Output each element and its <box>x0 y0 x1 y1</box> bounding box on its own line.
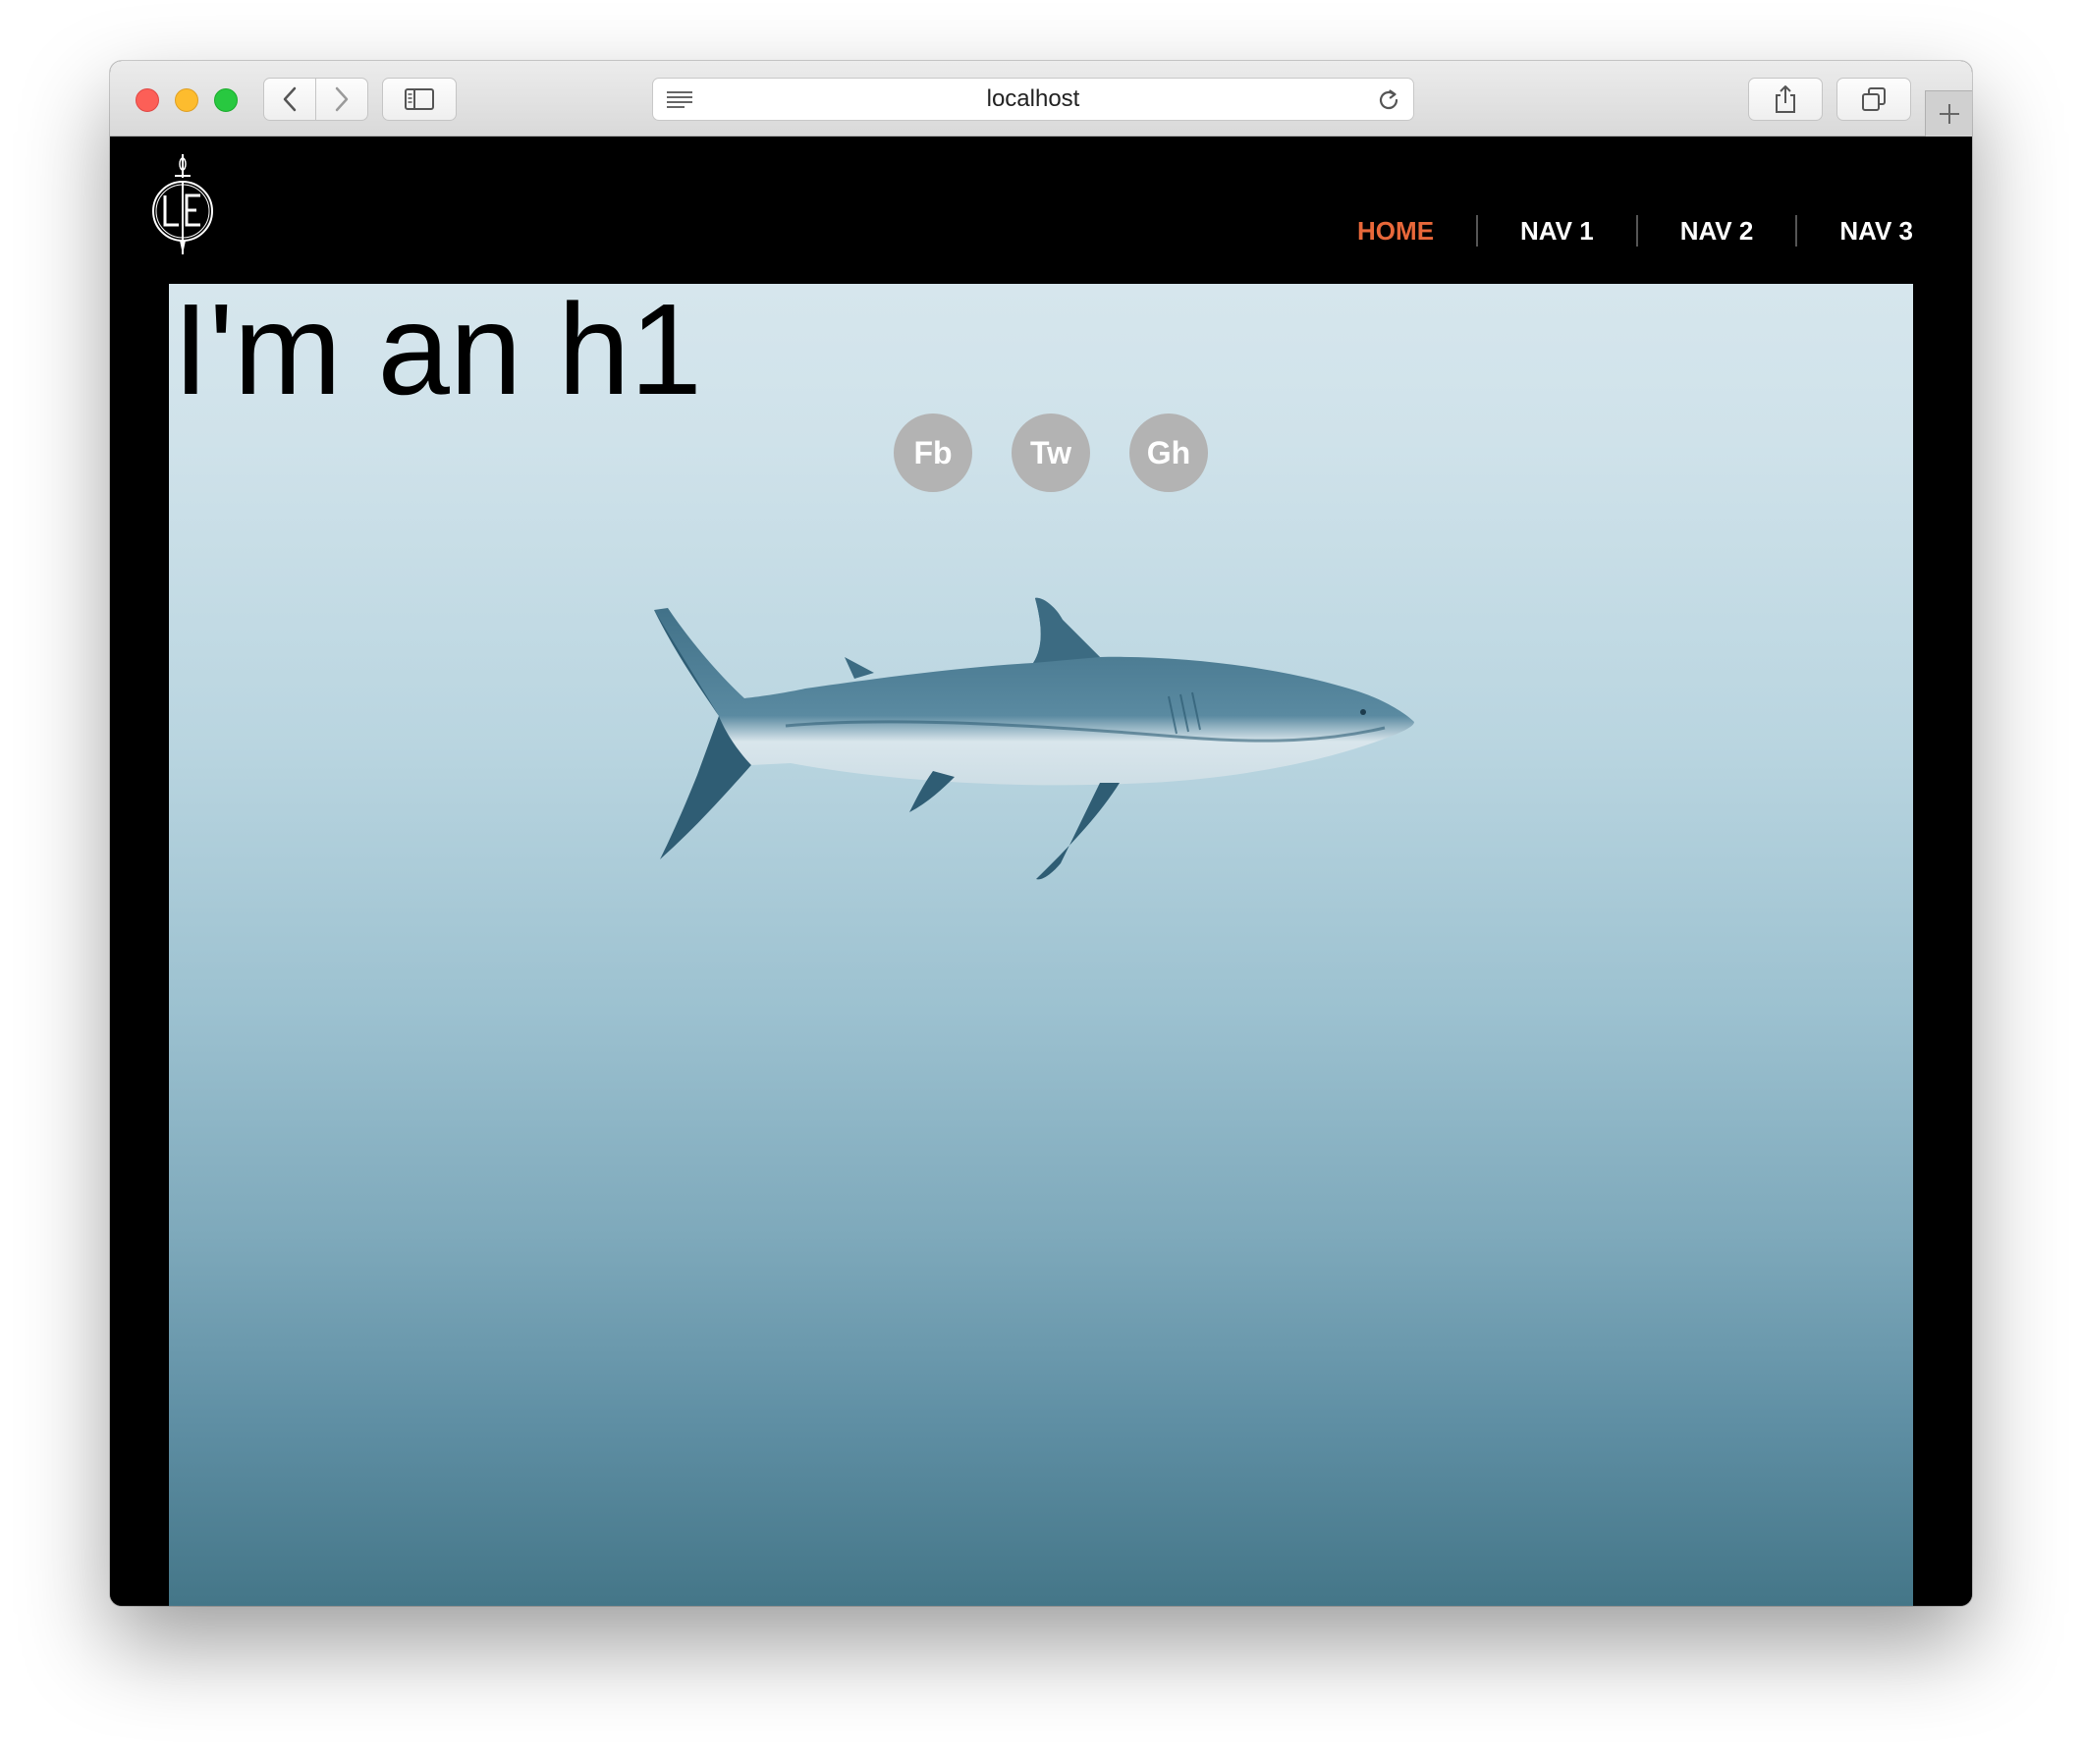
nav-2[interactable]: NAV 2 <box>1638 216 1796 246</box>
github-link[interactable]: Gh <box>1129 413 1208 492</box>
back-icon <box>283 86 297 112</box>
facebook-link[interactable]: Fb <box>894 413 972 492</box>
web-page: HOME NAV 1 NAV 2 NAV 3 I'm an h1 Fb Tw G… <box>110 137 1972 1606</box>
browser-window: localhost HOME NAV 1 NAV 2 NAV 3 I'm an … <box>110 61 1972 1606</box>
show-tabs-button[interactable] <box>1836 78 1911 121</box>
back-button[interactable] <box>263 78 316 121</box>
shark-image <box>654 597 1414 880</box>
new-tab-button[interactable] <box>1925 90 1972 137</box>
forward-icon <box>335 86 349 112</box>
close-window-button[interactable] <box>136 88 159 112</box>
tabs-icon <box>1862 87 1886 111</box>
nav-home[interactable]: HOME <box>1315 216 1476 246</box>
url-text[interactable]: localhost <box>653 79 1413 120</box>
sidebar-button[interactable] <box>382 78 457 121</box>
plus-icon <box>1939 104 1959 124</box>
minimize-window-button[interactable] <box>175 88 198 112</box>
twitter-link[interactable]: Tw <box>1012 413 1090 492</box>
maximize-window-button[interactable] <box>214 88 238 112</box>
share-icon <box>1776 85 1795 113</box>
browser-toolbar: localhost <box>110 61 1972 137</box>
share-button[interactable] <box>1748 78 1823 121</box>
nav-1[interactable]: NAV 1 <box>1478 216 1636 246</box>
nav-3[interactable]: NAV 3 <box>1797 216 1913 246</box>
reload-icon[interactable] <box>1376 87 1401 113</box>
sidebar-icon <box>405 88 434 110</box>
forward-button[interactable] <box>315 78 368 121</box>
le-dagger-logo-icon[interactable] <box>151 152 214 258</box>
social-links: Fb Tw Gh <box>894 413 1208 492</box>
page-heading: I'm an h1 <box>173 284 702 421</box>
address-bar[interactable]: localhost <box>652 78 1414 121</box>
main-nav: HOME NAV 1 NAV 2 NAV 3 <box>1315 215 1913 247</box>
hero-section: I'm an h1 Fb Tw Gh <box>169 284 1913 1606</box>
